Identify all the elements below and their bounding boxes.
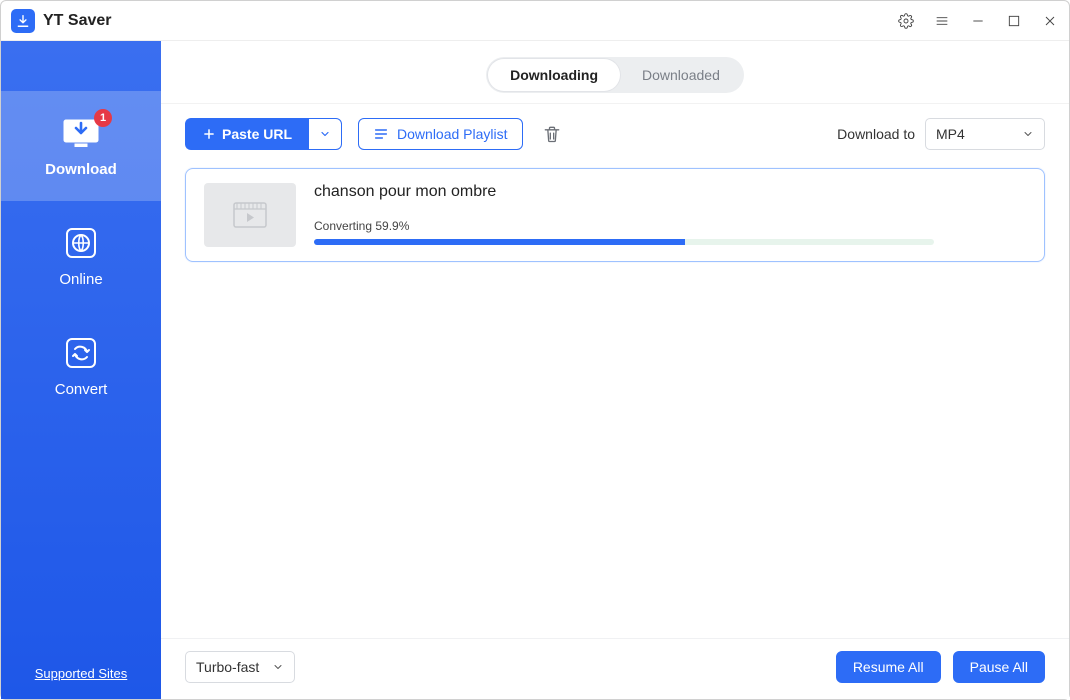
- download-list: chanson pour mon ombre Converting 59.9%: [161, 158, 1069, 638]
- gear-icon: [898, 13, 914, 29]
- menu-button[interactable]: [933, 12, 951, 30]
- sidebar-label-online: Online: [59, 271, 102, 288]
- sidebar-item-download[interactable]: 1 Download: [1, 91, 161, 201]
- settings-button[interactable]: [897, 12, 915, 30]
- content: Downloading Downloaded Paste URL Downloa…: [161, 41, 1069, 699]
- clear-list-button[interactable]: [539, 121, 565, 147]
- tab-downloaded[interactable]: Downloaded: [620, 59, 742, 91]
- maximize-icon: [1006, 13, 1022, 29]
- sidebar-label-download: Download: [45, 161, 117, 178]
- convert-icon: [64, 336, 98, 370]
- footer: Turbo-fast Resume All Pause All: [161, 638, 1069, 699]
- download-item[interactable]: chanson pour mon ombre Converting 59.9%: [185, 168, 1045, 262]
- close-button[interactable]: [1041, 12, 1059, 30]
- paste-url-button[interactable]: Paste URL: [185, 118, 308, 150]
- app-logo: [11, 9, 35, 33]
- video-thumbnail: [204, 183, 296, 247]
- hamburger-icon: [934, 13, 950, 29]
- tabs-row: Downloading Downloaded: [161, 41, 1069, 103]
- sidebar-item-convert[interactable]: Convert: [1, 311, 161, 421]
- speed-selected: Turbo-fast: [196, 659, 259, 675]
- app-title: YT Saver: [43, 12, 111, 30]
- tab-downloading[interactable]: Downloading: [488, 59, 620, 91]
- trash-icon: [542, 124, 562, 144]
- format-selected: MP4: [936, 126, 965, 142]
- download-item-title: chanson pour mon ombre: [314, 183, 1026, 201]
- video-placeholder-icon: [233, 202, 267, 228]
- speed-select[interactable]: Turbo-fast: [185, 651, 295, 683]
- download-badge: 1: [94, 109, 112, 127]
- paste-url-label: Paste URL: [222, 126, 292, 142]
- sidebar: 1 Download Online: [1, 41, 161, 699]
- progress-fill: [314, 239, 685, 245]
- chevron-down-icon: [272, 661, 284, 673]
- paste-url-dropdown[interactable]: [308, 118, 342, 150]
- sidebar-item-online[interactable]: Online: [1, 201, 161, 311]
- download-to-group: Download to MP4: [837, 118, 1045, 150]
- pause-all-button[interactable]: Pause All: [953, 651, 1045, 683]
- minimize-button[interactable]: [969, 12, 987, 30]
- maximize-button[interactable]: [1005, 12, 1023, 30]
- close-icon: [1042, 13, 1058, 29]
- resume-all-button[interactable]: Resume All: [836, 651, 941, 683]
- sidebar-label-convert: Convert: [55, 381, 108, 398]
- toolbar: Paste URL Download Playlist Download to …: [161, 103, 1069, 158]
- download-playlist-label: Download Playlist: [397, 126, 508, 142]
- chevron-down-icon: [319, 128, 331, 140]
- tab-segment: Downloading Downloaded: [486, 57, 744, 93]
- progress-bar: [314, 239, 934, 245]
- paste-url-group: Paste URL: [185, 118, 342, 150]
- supported-sites-link-wrap: Supported Sites: [1, 649, 161, 699]
- download-item-status: Converting 59.9%: [314, 219, 1026, 233]
- download-to-label: Download to: [837, 126, 915, 142]
- download-arrow-icon: [16, 14, 30, 28]
- format-select[interactable]: MP4: [925, 118, 1045, 150]
- supported-sites-link[interactable]: Supported Sites: [35, 666, 128, 681]
- plus-icon: [202, 127, 216, 141]
- globe-icon: [64, 226, 98, 260]
- chevron-down-icon: [1022, 128, 1034, 140]
- download-playlist-button[interactable]: Download Playlist: [358, 118, 523, 150]
- window-controls: [897, 12, 1059, 30]
- playlist-icon: [373, 126, 389, 142]
- minimize-icon: [970, 13, 986, 29]
- titlebar: YT Saver: [1, 1, 1069, 41]
